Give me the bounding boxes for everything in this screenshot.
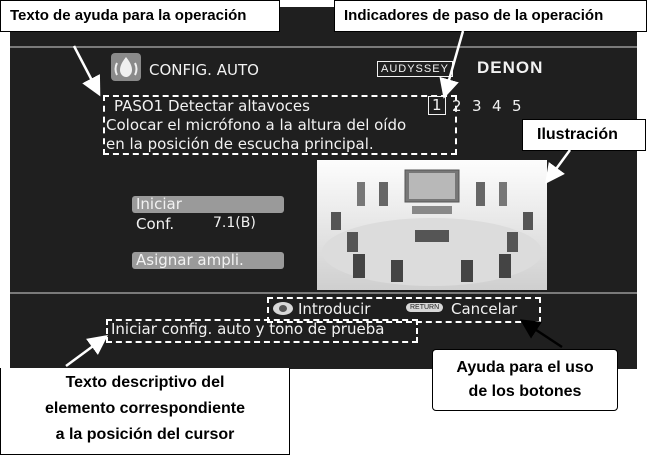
callout-descriptive-line-2: elemento correspondiente xyxy=(44,400,246,417)
step-5: 5 xyxy=(512,97,522,115)
callout-button-help: Ayuda para el uso de los botones xyxy=(432,349,618,411)
callout-illustration-label: Ilustración xyxy=(537,126,618,143)
help-text-frame xyxy=(103,95,457,155)
callout-illustration: Ilustración xyxy=(522,119,646,151)
description-frame xyxy=(106,319,418,343)
bottom-divider xyxy=(10,292,637,294)
callout-step-indicators-label: Indicadores de paso de la operación xyxy=(344,7,604,24)
menu-item-assign-amp[interactable]: Asignar ampli. xyxy=(136,251,244,269)
callout-step-indicators: Indicadores de paso de la operación xyxy=(334,0,647,32)
callout-descriptive-text: Texto descriptivo del elemento correspon… xyxy=(0,368,290,455)
setup-icon xyxy=(111,53,141,81)
speaker-illustration xyxy=(317,160,547,290)
menu-item-conf-value: 7.1(B) xyxy=(213,215,256,231)
callout-help-text-label: Texto de ayuda para la operación xyxy=(10,7,247,24)
step-1: 1 xyxy=(428,96,446,115)
menu-item-conf-label[interactable]: Conf. xyxy=(136,215,174,233)
step-3: 3 xyxy=(472,97,482,115)
denon-logo: DENON xyxy=(477,58,544,77)
step-2: 2 xyxy=(452,97,462,115)
audyssey-logo: AUDYSSEY xyxy=(377,61,453,77)
callout-help-text: Texto de ayuda para la operación xyxy=(0,0,280,32)
top-divider xyxy=(10,46,637,48)
callout-button-help-line-2: de los botones xyxy=(468,383,582,400)
step-4: 4 xyxy=(492,97,502,115)
callout-descriptive-line-1: Texto descriptivo del xyxy=(65,374,225,391)
callout-button-help-line-1: Ayuda para el uso xyxy=(456,359,594,376)
screen-title: CONFIG. AUTO xyxy=(149,61,259,79)
menu-item-start[interactable]: Iniciar xyxy=(136,195,182,213)
callout-descriptive-line-3: a la posición del cursor xyxy=(55,426,235,443)
